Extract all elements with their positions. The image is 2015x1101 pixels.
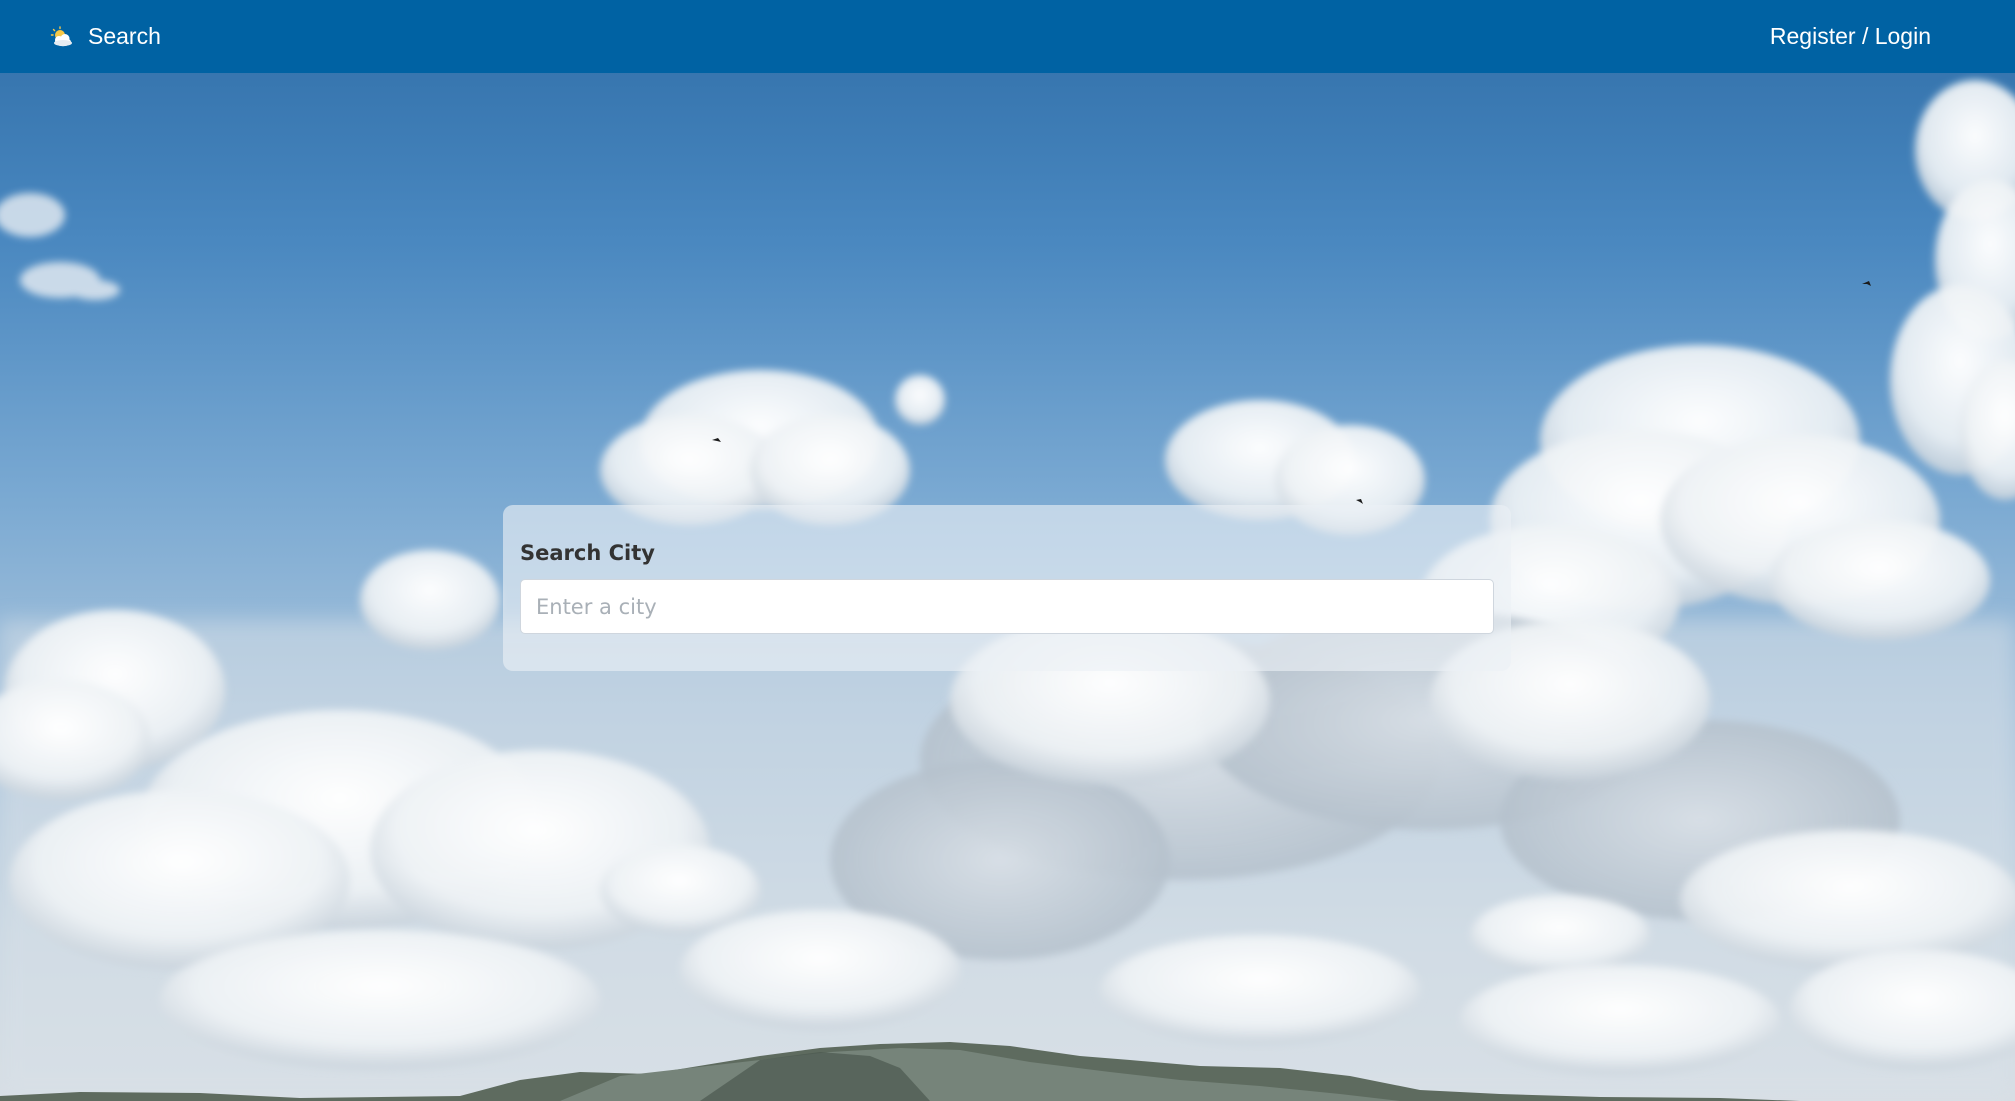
page: Search Register / Login Search City (0, 0, 2015, 1101)
city-search-input[interactable] (520, 579, 1494, 634)
search-city-title: Search City (520, 541, 655, 565)
partly-cloudy-icon (48, 25, 74, 48)
search-city-card: Search City (503, 505, 1511, 671)
brand-link[interactable]: Search (48, 23, 161, 50)
register-login-link[interactable]: Register / Login (1770, 23, 1931, 50)
brand-label: Search (88, 23, 161, 49)
top-navbar: Search Register / Login (0, 0, 2015, 73)
